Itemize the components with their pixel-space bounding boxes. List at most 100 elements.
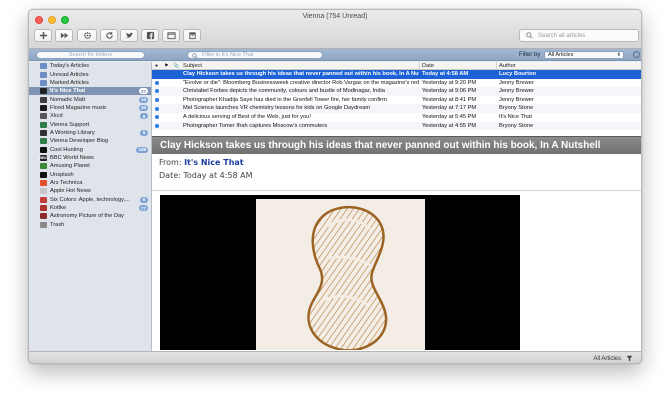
feed-icon xyxy=(40,138,47,145)
unread-column-icon[interactable]: ● xyxy=(155,63,158,69)
unread-count-badge: 77 xyxy=(138,205,148,212)
article-subject-cell: Photographer Khadija Saye has died in th… xyxy=(183,96,387,103)
article-row[interactable]: Photographer Khadija Saye has died in th… xyxy=(152,96,641,105)
enclosure-column-icon[interactable]: 📎 xyxy=(173,63,179,69)
sidebar-folder-item[interactable]: Cool Hunting 108 xyxy=(29,145,151,153)
sidebar-folder-item[interactable]: Amusing Planet xyxy=(29,162,151,170)
article-date-cell: Yesterday at 9:20 PM xyxy=(422,79,477,86)
folder-label: Kottke xyxy=(50,205,67,212)
sidebar-folder-item[interactable]: Flood Magazine music 30 xyxy=(29,104,151,112)
search-all-articles-field[interactable]: Search all articles xyxy=(519,29,639,42)
sidebar-folder-item[interactable]: Unread Articles xyxy=(29,70,151,78)
unread-dot-icon[interactable] xyxy=(155,80,159,85)
sidebar-folder-item[interactable]: Nomadic Matt 10 xyxy=(29,95,151,103)
folder-search-field[interactable]: Search for folders xyxy=(36,51,145,59)
sidebar-folder-item[interactable]: BBC BBC World News xyxy=(29,154,151,162)
sidebar-folder-item[interactable]: Ars Technica xyxy=(29,179,151,187)
article-row[interactable]: "Evolve or die": Bloomberg Businessweek … xyxy=(152,79,641,88)
folder-label: Xkcd xyxy=(50,113,63,120)
article-body xyxy=(152,191,641,351)
feed-icon xyxy=(40,213,47,220)
feed-icon xyxy=(40,129,47,136)
sidebar-folder-item[interactable]: Unsplash xyxy=(29,170,151,178)
sidebar-folder-item[interactable]: Apple Hot News xyxy=(29,187,151,195)
article-list: ● ⚑ 📎 Subject Date Author Clay Hickson t… xyxy=(152,62,641,136)
sidebar-folder-item[interactable]: Xkcd 6 xyxy=(29,112,151,120)
archive-icon xyxy=(188,32,196,40)
filter-by-select[interactable]: All Articles ⬍ xyxy=(544,51,624,59)
article-row[interactable]: Photographer Tomer Ifrah captures Moscow… xyxy=(152,121,641,131)
date-column-header[interactable]: Date xyxy=(422,63,434,69)
folder-label: Vienna Developer Blog xyxy=(50,138,109,145)
filter-funnel-icon[interactable] xyxy=(626,355,633,362)
folder-label: Unread Articles xyxy=(50,71,89,78)
sidebar-folder-item[interactable]: Six Colors: Apple, technology,... 6 xyxy=(29,196,151,204)
fast-forward-icon xyxy=(60,32,68,39)
window-title: Vienna (754 Unread) xyxy=(302,13,368,20)
sidebar-folder-item[interactable]: It's Nice That 37 xyxy=(29,87,151,96)
unread-count-badge: 6 xyxy=(140,113,148,120)
unread-dot-icon[interactable] xyxy=(155,115,159,120)
filter-bar: Search for folders Filter in It's Nice T… xyxy=(29,49,641,61)
article-filter-field[interactable]: Filter in It's Nice That xyxy=(187,51,323,59)
feed-icon: BBC xyxy=(39,154,48,161)
archive-button[interactable] xyxy=(183,29,201,42)
sidebar-folder-item[interactable]: Vienna Support xyxy=(29,120,151,128)
unread-dot-icon[interactable] xyxy=(155,106,159,111)
action-menu-button[interactable] xyxy=(77,29,97,42)
bird-icon xyxy=(125,32,133,38)
skip-unread-button[interactable] xyxy=(55,29,73,42)
refresh-button[interactable] xyxy=(100,29,118,42)
search-placeholder: Search all articles xyxy=(538,32,586,39)
flag-column-icon[interactable]: ⚑ xyxy=(164,63,168,69)
folder-label: Apple Hot News xyxy=(50,188,91,195)
sidebar-folder-item[interactable]: Kottke 77 xyxy=(29,204,151,212)
column-divider[interactable] xyxy=(419,62,420,69)
article-subject-cell: A delicious serving of Best of the Web, … xyxy=(183,113,311,120)
new-subscription-button[interactable] xyxy=(34,29,52,42)
article-meta: From: It's Nice That Date: Today at 4:58… xyxy=(152,154,641,192)
date-label: Date: xyxy=(159,171,181,180)
author-column-header[interactable]: Author xyxy=(499,63,516,69)
column-divider[interactable] xyxy=(496,62,497,69)
feed-icon xyxy=(40,121,47,128)
unread-dot-icon[interactable] xyxy=(155,97,159,102)
feed-icon xyxy=(40,113,47,120)
article-row[interactable]: Christabel Forbes depicts the community,… xyxy=(152,87,641,96)
article-row[interactable]: A delicious serving of Best of the Web, … xyxy=(152,113,641,122)
folder-search-placeholder: Search for folders xyxy=(68,52,113,58)
folder-label: Nomadic Matt xyxy=(50,96,86,103)
folder-label: Astronomy Picture of the Day xyxy=(50,213,124,220)
article-author-cell: Bryony Stone xyxy=(499,122,534,129)
toolbar: Vienna (754 Unread) Search all articles xyxy=(29,10,641,49)
sidebar-folder-item[interactable]: Astronomy Picture of the Day xyxy=(29,212,151,220)
folder-label: A Working Library xyxy=(50,129,95,136)
feed-icon xyxy=(40,196,47,203)
sidebar-folder-item[interactable]: Trash xyxy=(29,221,151,229)
feed-icon xyxy=(40,221,47,228)
folder-label: Unsplash xyxy=(50,171,74,178)
feed-link[interactable]: It's Nice That xyxy=(184,158,244,167)
unread-count-badge: 6 xyxy=(140,196,148,203)
unread-count-badge: 10 xyxy=(138,96,148,103)
open-in-browser-button[interactable] xyxy=(162,29,180,42)
share-twitter-button[interactable] xyxy=(120,29,138,42)
unread-dot-icon[interactable] xyxy=(155,123,159,128)
chevron-updown-icon: ⬍ xyxy=(616,52,621,58)
sidebar-folder-item[interactable]: Today's Articles xyxy=(29,62,151,70)
sidebar-folder-item[interactable]: Vienna Developer Blog xyxy=(29,137,151,145)
article-row[interactable]: Mel Science launches VR chemistry lesson… xyxy=(152,104,641,113)
article-date-cell: Yesterday at 9:06 PM xyxy=(422,88,477,95)
sidebar-folder-item[interactable]: A Working Library 5 xyxy=(29,129,151,137)
unread-dot-icon[interactable] xyxy=(155,89,159,94)
feed-icon xyxy=(40,205,47,212)
folder-label: It's Nice That xyxy=(50,88,86,95)
folder-label: Vienna Support xyxy=(50,121,90,128)
article-row[interactable]: Clay Hickson takes us through his ideas … xyxy=(152,70,641,79)
article-title: Clay Hickson takes us through his ideas … xyxy=(152,136,641,154)
sidebar-folder-item[interactable]: Marked Articles xyxy=(29,79,151,87)
feed-icon xyxy=(40,96,47,103)
share-facebook-button[interactable] xyxy=(141,29,159,42)
feed-icon xyxy=(40,171,47,178)
subject-column-header[interactable]: Subject xyxy=(183,63,202,69)
